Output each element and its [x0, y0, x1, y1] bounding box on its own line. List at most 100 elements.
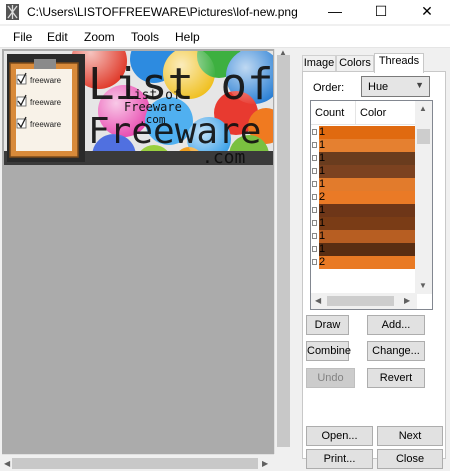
viewport-horizontal-scrollbar[interactable]: ◀ ▶ [2, 454, 291, 471]
list-horizontal-thumb[interactable] [327, 296, 394, 306]
list-item[interactable]: 1 [311, 165, 417, 178]
scroll-left-arrow-icon[interactable]: ◀ [315, 296, 321, 305]
viewport-vertical-scrollbar[interactable]: ▲ [274, 48, 291, 454]
print-button[interactable]: Print... [306, 449, 373, 469]
revert-button[interactable]: Revert [367, 368, 425, 388]
list-item[interactable]: 2 [311, 256, 417, 269]
logo-text-line2: Freeware [88, 111, 261, 152]
list-rows: 11111211112 [311, 126, 417, 269]
menu-edit[interactable]: Edit [47, 30, 68, 44]
add-button[interactable]: Add... [367, 315, 425, 335]
logo-small-line3: .com [139, 113, 166, 126]
list-item[interactable]: 1 [311, 243, 417, 256]
thread-count: 2 [319, 256, 326, 268]
menu-tools[interactable]: Tools [131, 30, 159, 44]
row-checkbox[interactable] [312, 259, 317, 265]
row-checkbox[interactable] [312, 233, 317, 239]
thread-count: 1 [319, 230, 326, 242]
checklist-item: freeware [30, 76, 62, 85]
thread-count: 1 [319, 139, 326, 151]
image-artwork: freeware freeware freeware List of Freew… [4, 51, 273, 165]
row-checkbox[interactable] [312, 246, 317, 252]
tab-image[interactable]: Image [302, 55, 336, 72]
close-button[interactable]: Close [377, 449, 443, 469]
scrollbar-corner [274, 454, 291, 471]
thread-count: 2 [319, 191, 326, 203]
window-title: C:\Users\LISTOFFREEWARE\Pictures\lof-new… [27, 5, 297, 19]
change-button[interactable]: Change... [367, 341, 425, 361]
thread-count: 1 [319, 178, 326, 190]
color-swatch [319, 178, 417, 191]
row-checkbox[interactable] [312, 207, 317, 213]
checklist-item: freeware [30, 98, 62, 107]
menu-help[interactable]: Help [175, 30, 200, 44]
thread-count: 1 [319, 152, 326, 164]
color-swatch [319, 256, 417, 269]
column-header-count[interactable]: Count [315, 107, 344, 119]
tab-colors[interactable]: Colors [336, 55, 374, 72]
color-swatch [319, 217, 417, 230]
color-swatch [319, 126, 417, 139]
checklist-item: freeware [30, 120, 62, 129]
threads-tab-page: Order: Hue ▼ Count Color 11111211112 ▲ ▼… [302, 71, 446, 459]
threads-list[interactable]: Count Color 11111211112 ▲ ▼ ◀ ▶ [310, 100, 433, 310]
scroll-right-arrow-icon[interactable]: ▶ [404, 296, 410, 305]
order-label: Order: [313, 82, 345, 94]
list-scroll-thumb[interactable] [417, 129, 430, 144]
list-item[interactable]: 1 [311, 217, 417, 230]
combine-button[interactable]: Combine [306, 341, 351, 361]
color-swatch [319, 191, 417, 204]
close-window-button[interactable]: ✕ [404, 0, 450, 24]
tab-threads[interactable]: Threads [374, 53, 424, 73]
maximize-button[interactable]: ☐ [358, 0, 404, 24]
list-vertical-scrollbar[interactable]: ▲ ▼ [415, 101, 432, 294]
app-icon [6, 4, 19, 20]
image-preview: freeware freeware freeware List of Freew… [4, 51, 273, 165]
order-dropdown[interactable]: Hue ▼ [361, 76, 430, 97]
thread-count: 1 [319, 126, 326, 138]
row-checkbox[interactable] [312, 142, 317, 148]
list-item[interactable]: 1 [311, 204, 417, 217]
menu-file[interactable]: File [13, 30, 32, 44]
row-checkbox[interactable] [312, 220, 317, 226]
list-item[interactable]: 2 [311, 191, 417, 204]
color-swatch [319, 165, 417, 178]
thread-count: 1 [319, 165, 326, 177]
column-separator [355, 101, 356, 125]
scroll-up-arrow-icon[interactable]: ▲ [419, 104, 427, 113]
vertical-scroll-thumb[interactable] [277, 55, 290, 447]
minimize-button[interactable]: — [312, 0, 358, 24]
scroll-down-arrow-icon[interactable]: ▼ [419, 281, 427, 290]
color-swatch [319, 139, 417, 152]
list-horizontal-scrollbar[interactable]: ◀ ▶ [311, 293, 417, 309]
scroll-left-arrow-icon[interactable]: ◀ [4, 459, 10, 468]
logo-small-line2: Freeware [124, 100, 182, 114]
row-checkbox[interactable] [312, 155, 317, 161]
list-item[interactable]: 1 [311, 126, 417, 139]
image-viewport[interactable]: freeware freeware freeware List of Freew… [2, 48, 291, 471]
color-swatch [319, 152, 417, 165]
list-item[interactable]: 1 [311, 152, 417, 165]
undo-button[interactable]: Undo [306, 368, 355, 388]
color-swatch [319, 243, 417, 256]
menu-zoom[interactable]: Zoom [84, 30, 115, 44]
open-button[interactable]: Open... [306, 426, 373, 446]
color-swatch [319, 230, 417, 243]
scroll-right-arrow-icon[interactable]: ▶ [262, 459, 268, 468]
thread-count: 1 [319, 243, 326, 255]
draw-button[interactable]: Draw [306, 315, 349, 335]
list-item[interactable]: 1 [311, 178, 417, 191]
list-item[interactable]: 1 [311, 139, 417, 152]
horizontal-scroll-thumb[interactable] [12, 458, 258, 469]
thread-count: 1 [319, 204, 326, 216]
side-panel: Image Colors Threads Order: Hue ▼ Count … [297, 49, 450, 471]
chevron-down-icon: ▼ [415, 80, 424, 90]
row-checkbox[interactable] [312, 129, 317, 135]
row-checkbox[interactable] [312, 168, 317, 174]
thread-count: 1 [319, 217, 326, 229]
column-header-color[interactable]: Color [360, 107, 386, 119]
next-button[interactable]: Next [377, 426, 443, 446]
list-item[interactable]: 1 [311, 230, 417, 243]
row-checkbox[interactable] [312, 181, 317, 187]
row-checkbox[interactable] [312, 194, 317, 200]
